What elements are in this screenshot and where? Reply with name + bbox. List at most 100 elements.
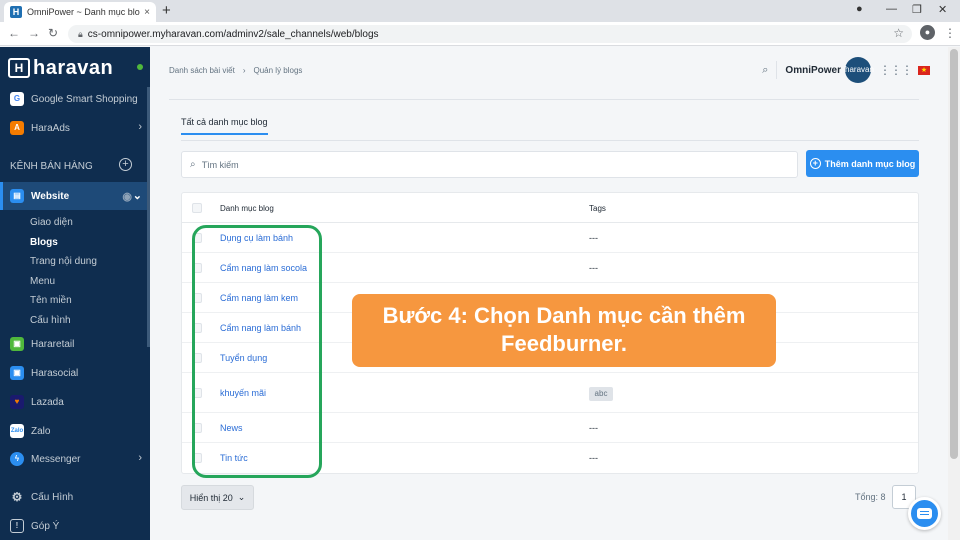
sidebar-item-label: Website <box>31 190 70 202</box>
chevron-down-icon[interactable]: ⌄ <box>133 189 142 202</box>
forward-icon[interactable]: → <box>28 26 40 40</box>
col-header-tags: Tags <box>589 204 606 213</box>
messenger-icon: ϟ <box>10 452 24 466</box>
gear-icon: ⚙ <box>11 490 23 504</box>
sidebar-item-label: Cấu Hình <box>31 491 74 503</box>
haraads-icon: A <box>10 121 24 135</box>
sidebar-sub-domains[interactable]: Tên miền <box>30 295 72 306</box>
reload-icon[interactable]: ↻ <box>48 26 58 40</box>
sidebar-sub-menu[interactable]: Menu <box>30 276 55 287</box>
browser-menu-icon[interactable]: ⋮ <box>944 26 956 40</box>
chat-icon <box>917 508 932 519</box>
sidebar-item-hararetail[interactable]: ▣ Hararetail <box>0 332 150 356</box>
sidebar-item-website[interactable]: ▤ Website ◉ ⌄ <box>0 182 150 210</box>
close-window-icon[interactable]: ✕ <box>938 3 947 16</box>
harasocial-icon: ▣ <box>10 366 24 380</box>
sidebar-item-haraads[interactable]: A HaraAds › <box>0 116 150 140</box>
apps-grid-icon[interactable]: ⋮⋮⋮ <box>879 63 913 77</box>
online-status-dot <box>137 64 143 70</box>
back-icon[interactable]: ← <box>8 26 20 40</box>
shop-name[interactable]: OmniPower <box>785 65 841 76</box>
maximize-icon[interactable]: ❐ <box>912 3 922 16</box>
minimize-icon[interactable]: — <box>886 3 897 15</box>
tab-all-blog-categories[interactable]: Tất cả danh mục blog <box>181 117 268 135</box>
add-channel-icon[interactable]: + <box>119 158 132 171</box>
sidebar-item-label: Google Smart Shopping <box>31 93 138 105</box>
sidebar: H haravan G Google Smart Shopping A Hara… <box>0 47 150 540</box>
google-icon: G <box>10 92 24 106</box>
page-size-select[interactable]: Hiển thị 20 ⌄ <box>181 485 254 510</box>
sidebar-item-feedback[interactable]: ! Góp Ý <box>0 514 150 538</box>
sidebar-item-google-smart-shopping[interactable]: G Google Smart Shopping <box>0 87 150 111</box>
close-tab-icon[interactable]: × <box>144 7 150 18</box>
profile-avatar-icon[interactable]: ● <box>920 25 935 40</box>
sidebar-item-zalo[interactable]: Zalo Zalo <box>0 419 150 443</box>
header-divider <box>169 99 919 100</box>
row-tags: --- <box>589 233 598 243</box>
sidebar-item-lazada[interactable]: ♥ Lazada <box>0 390 150 414</box>
sidebar-item-settings[interactable]: ⚙ Cấu Hình <box>0 485 150 509</box>
feedback-icon: ! <box>10 519 24 533</box>
search-field[interactable]: ⌕ <box>181 151 798 178</box>
highlight-box <box>192 225 322 478</box>
url-field[interactable]: 🔒︎ cs-omnipower.myharavan.com/adminv2/sa… <box>68 25 912 43</box>
bookmark-star-icon[interactable]: ☆ <box>893 26 904 40</box>
active-indicator <box>0 182 3 210</box>
lock-icon: 🔒︎ <box>78 28 83 39</box>
step-callout: Bước 4: Chọn Danh mục cần thêm Feedburne… <box>352 294 776 367</box>
total-count: Tổng: 8 <box>855 492 886 502</box>
sidebar-item-label: Harasocial <box>31 367 79 379</box>
avatar[interactable]: haravan <box>845 57 874 83</box>
website-icon: ▤ <box>10 189 24 203</box>
chat-support-button[interactable] <box>908 497 941 530</box>
breadcrumb-posts[interactable]: Danh sách bài viết <box>169 66 235 75</box>
media-control-icon[interactable]: ● <box>856 3 863 15</box>
main-scrollbar[interactable] <box>948 47 960 540</box>
tag-chip[interactable]: abc <box>589 387 613 401</box>
sidebar-sub-theme[interactable]: Giao diện <box>30 217 73 228</box>
page-size-label: Hiển thị 20 <box>189 492 233 503</box>
sidebar-item-harasocial[interactable]: ▣ Harasocial <box>0 361 150 385</box>
address-bar-row: ← → ↻ 🔒︎ cs-omnipower.myharavan.com/admi… <box>0 22 960 46</box>
url-text: cs-omnipower.myharavan.com/adminv2/sale_… <box>87 28 379 40</box>
tabs-divider <box>181 140 919 141</box>
breadcrumb-blogs[interactable]: Quản lý blogs <box>254 66 303 75</box>
haravan-favicon-icon: H <box>10 6 22 18</box>
zalo-icon: Zalo <box>10 424 24 438</box>
browser-tab[interactable]: H OmniPower ~ Danh mục blogs ~ ... × <box>4 2 156 22</box>
eye-icon[interactable]: ◉ <box>122 190 132 203</box>
hararetail-icon: ▣ <box>10 337 24 351</box>
search-input[interactable] <box>201 159 762 170</box>
add-blog-category-button[interactable]: + Thêm danh mục blog <box>806 150 919 177</box>
sidebar-item-label: Hararetail <box>31 338 75 350</box>
col-header-category: Danh mục blog <box>220 204 274 213</box>
chevron-down-icon: ⌄ <box>237 492 246 502</box>
sidebar-item-label: HaraAds <box>31 122 70 134</box>
main-content: Danh sách bài viết › Quản lý blogs ⌕ Omn… <box>150 47 960 540</box>
row-tags: --- <box>589 263 598 273</box>
sidebar-sub-pages[interactable]: Trang nội dung <box>30 256 97 267</box>
chevron-right-icon: › <box>242 66 246 75</box>
haravan-logo-icon: H <box>8 58 30 78</box>
sidebar-item-label: Zalo <box>31 425 51 437</box>
logo-text: haravan <box>33 56 114 79</box>
sidebar-item-messenger[interactable]: ϟ Messenger › <box>0 447 150 471</box>
breadcrumb: Danh sách bài viết › Quản lý blogs <box>169 66 302 75</box>
new-tab-button[interactable]: + <box>162 3 171 19</box>
sidebar-sub-settings[interactable]: Cấu hình <box>30 315 71 326</box>
tab-title: OmniPower ~ Danh mục blogs ~ ... <box>27 7 140 17</box>
chevron-right-icon: › <box>138 121 142 133</box>
haravan-logo[interactable]: H haravan <box>8 55 113 81</box>
sidebar-sub-blogs[interactable]: Blogs <box>30 237 58 248</box>
sidebar-item-label: Góp Ý <box>31 520 60 532</box>
plus-circle-icon: + <box>809 158 821 169</box>
scrollbar-thumb[interactable] <box>950 49 958 459</box>
divider <box>776 61 778 79</box>
vietnam-flag-icon[interactable]: ★ <box>918 65 930 75</box>
browser-tabbar: H OmniPower ~ Danh mục blogs ~ ... × + ●… <box>0 0 960 22</box>
select-all-checkbox[interactable] <box>192 203 202 213</box>
table-header: Danh mục blog Tags <box>182 193 918 223</box>
search-icon[interactable]: ⌕ <box>762 64 768 77</box>
sales-channels-title: KÊNH BÁN HÀNG <box>10 161 93 172</box>
row-tags: --- <box>589 453 598 463</box>
